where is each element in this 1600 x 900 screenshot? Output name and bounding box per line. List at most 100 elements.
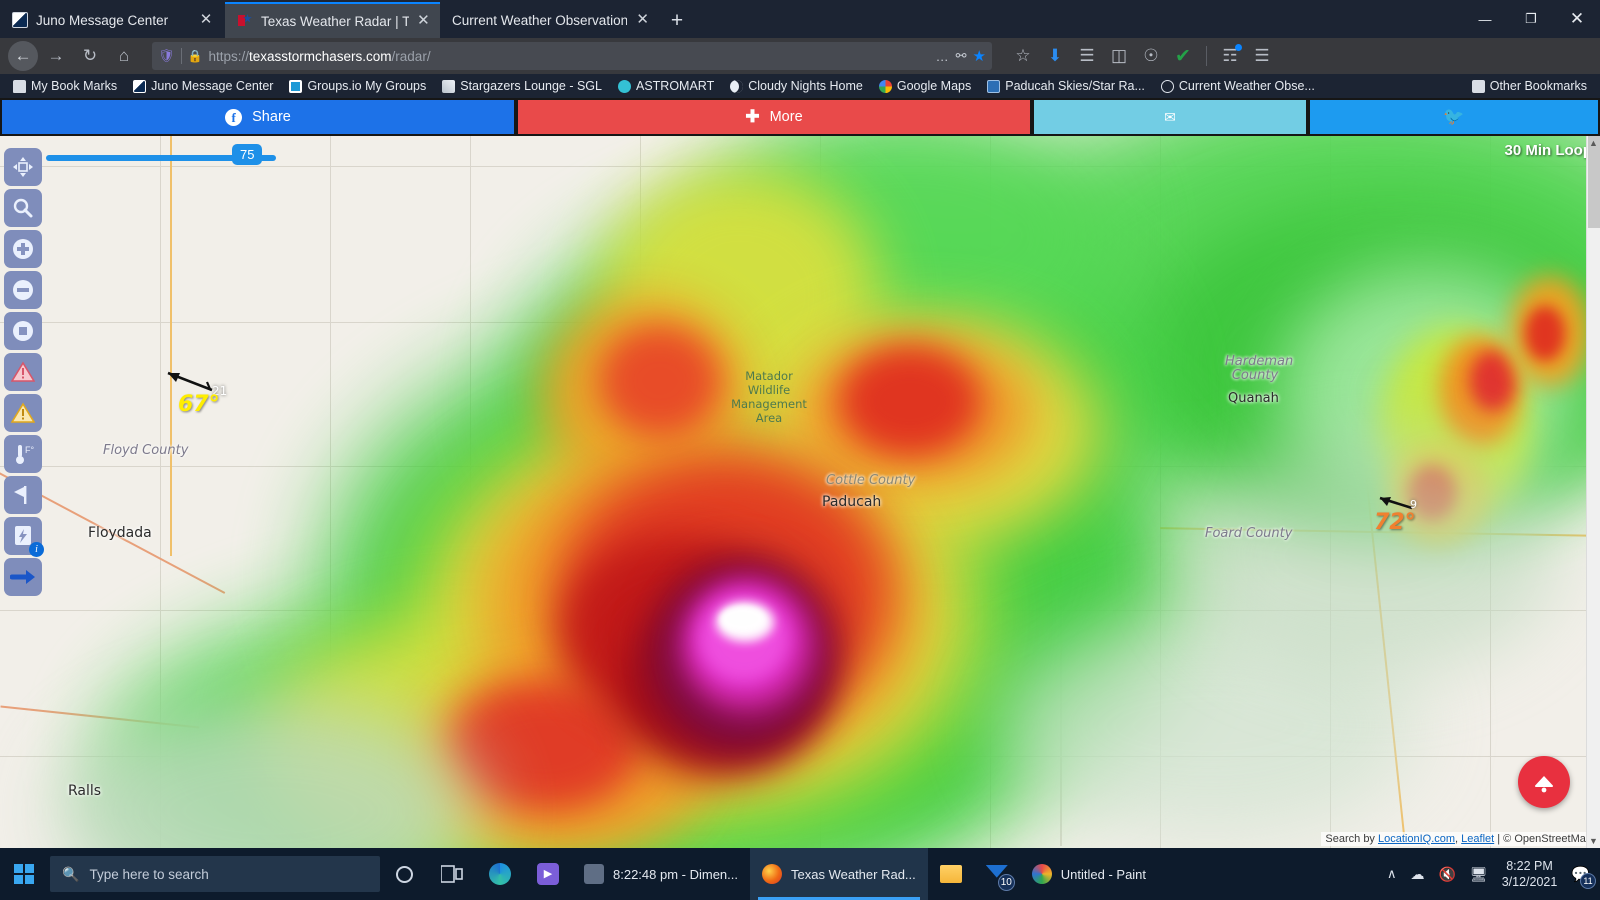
taskbar-app-file-explorer[interactable] [928,848,974,900]
volume-mute-icon[interactable]: 🔇 [1438,866,1455,883]
zoom-out-minus-icon[interactable] [4,271,42,309]
bookmark-other-bookmarks[interactable]: Other Bookmarks [1465,77,1594,95]
map-tool-rail: F° i [4,148,44,599]
shield-check-icon[interactable]: ✔ [1168,41,1198,71]
maximize-button[interactable]: ❐ [1508,0,1554,38]
more-share-button[interactable]: ✚ More [518,100,1030,134]
twitter-icon: 🐦 [1443,107,1465,126]
cortana-icon[interactable] [380,848,428,900]
bookmark-star-icon[interactable]: ☆ [1008,41,1038,71]
tab-current-weather-observations[interactable]: Current Weather Observations - We ✕ [440,2,660,38]
wind-flag-icon[interactable] [4,476,42,514]
shield-icon[interactable]: 🛡 [158,48,175,64]
bookmarks-bar: My Book Marks Juno Message Center Groups… [0,74,1600,98]
taskbar-app-label: Untitled - Paint [1060,866,1147,882]
bookmark-current-weather-observations[interactable]: Current Weather Obse... [1154,77,1322,95]
media-player-icon[interactable]: ▶ [524,848,572,900]
bookmark-google-maps[interactable]: Google Maps [872,77,978,95]
tab-texas-weather-radar[interactable]: Texas Weather Radar | Texas Sto ✕ [225,2,440,38]
yellow-warning-triangle-icon[interactable] [4,394,42,432]
tab-juno-message-center[interactable]: Juno Message Center ✕ [0,2,225,38]
bookmark-label: Current Weather Obse... [1178,79,1315,93]
osm-attribution: OpenStreetMap [1514,833,1592,845]
close-icon[interactable]: ✕ [417,12,430,30]
bookmark-groupsio-my-groups[interactable]: Groups.io My Groups [282,77,433,95]
back-button[interactable]: ← [8,41,38,71]
locationiq-link[interactable]: LocationIQ.com [1378,833,1455,845]
bookmark-label: Cloudy Nights Home [748,79,863,93]
tray-chevron-icon[interactable]: ∧ [1387,866,1397,882]
observation-station: 21 67° [150,364,227,417]
arrow-right-icon[interactable] [4,558,42,596]
email-share-button[interactable]: ✉ [1034,100,1306,134]
library-icon[interactable]: ☰ [1072,41,1102,71]
paint-icon [1031,864,1052,884]
bookmark-paducah-skies[interactable]: Paducah Skies/Star Ra... [980,77,1152,95]
stop-square-icon[interactable] [4,312,42,350]
reload-button[interactable]: ↻ [74,41,106,71]
task-view-icon[interactable] [428,848,476,900]
bookmark-stargazers-lounge[interactable]: Stargazers Lounge - SGL [435,77,609,95]
menu-icon[interactable]: ☰ [1247,41,1277,71]
paducah-icon [987,79,1001,93]
twitter-share-button[interactable]: 🐦 [1310,100,1598,134]
search-input[interactable]: 🔍 Type here to search [50,856,380,892]
radar-map[interactable]: Floyd County Floydada Ralls Matador Wild… [0,136,1600,848]
scrollbar-thumb[interactable] [1588,136,1600,228]
taskbar-clock[interactable]: 8:22 PM 3/12/2021 [1502,858,1558,890]
bookmark-label: ASTROMART [635,79,715,93]
account-icon[interactable]: ☉ [1136,41,1166,71]
taskbar-app-paint[interactable]: Untitled - Paint [1020,848,1158,900]
red-warning-triangle-icon[interactable] [4,353,42,391]
bookmark-star-icon[interactable]: ★ [973,47,986,65]
loop-duration-label: 30 Min Loop [1504,142,1593,159]
close-icon[interactable]: ✕ [197,11,215,29]
clock-date: 3/12/2021 [1501,875,1558,889]
taskbar-app-mail[interactable]: 10 [974,848,1020,900]
sidebar-icon[interactable]: ◫ [1104,41,1134,71]
slider-value-knob[interactable]: 75 [232,144,263,165]
google-icon [878,79,892,93]
url-text[interactable]: https://texasstormchasers.com/radar/ [208,49,929,64]
new-tab-button[interactable]: + [660,4,694,38]
minimize-button[interactable]: — [1462,0,1508,38]
page-scrollbar[interactable]: ▲ ▼ [1586,136,1600,848]
lock-icon[interactable]: 🔒 [188,49,203,63]
folder-icon [13,79,26,93]
action-center-icon[interactable]: 💬 11 [1571,865,1596,889]
address-bar[interactable]: 🛡 🔒 https://texasstormchasers.com/radar/… [152,42,992,70]
onedrive-icon[interactable]: ☁ [1410,866,1424,883]
page-actions-icon[interactable]: … [936,49,950,64]
juno-icon [133,79,147,93]
divider [180,48,182,64]
home-button[interactable]: ⌂ [108,41,140,71]
extensions-icon[interactable]: ☶ [1215,41,1245,71]
taskbar-app-dimension4[interactable]: 8:22:48 pm - Dimen... [572,848,750,900]
bookmark-label: Paducah Skies/Star Ra... [1005,79,1145,93]
thermometer-f-icon[interactable]: F° [4,435,42,473]
bookmark-cloudy-nights-home[interactable]: Cloudy Nights Home [723,77,870,95]
close-icon[interactable]: ✕ [635,11,650,29]
lightning-info-icon[interactable]: i [4,517,44,557]
taskbar-app-texas-weather-radar[interactable]: Texas Weather Rad... [750,848,928,900]
notification-bell-icon[interactable] [1518,756,1570,808]
leaflet-link[interactable]: Leaflet [1461,833,1494,845]
downloads-icon[interactable]: ⬇ [1040,41,1070,71]
zoom-in-plus-icon[interactable] [4,230,42,268]
bookmark-juno-message-center[interactable]: Juno Message Center [126,77,280,95]
bookmark-astromart[interactable]: ASTROMART [611,77,721,95]
bookmark-my-book-marks[interactable]: My Book Marks [6,77,124,95]
scroll-up-arrow-icon[interactable]: ▲ [1589,138,1598,148]
edge-icon[interactable] [476,848,524,900]
pocket-icon[interactable]: ⚯ [956,48,967,64]
facebook-share-button[interactable]: f Share [2,100,514,134]
windows-start-icon[interactable] [0,848,48,900]
pan-icon[interactable] [4,148,42,186]
dimension4-icon [584,864,604,884]
magnifier-icon[interactable] [4,189,42,227]
close-window-button[interactable]: ✕ [1554,0,1600,38]
network-icon[interactable]: 🖥 [1470,866,1488,883]
scroll-down-arrow-icon[interactable]: ▼ [1589,836,1598,846]
temperature-label: 67° [178,392,220,417]
forward-button[interactable]: → [40,41,72,71]
